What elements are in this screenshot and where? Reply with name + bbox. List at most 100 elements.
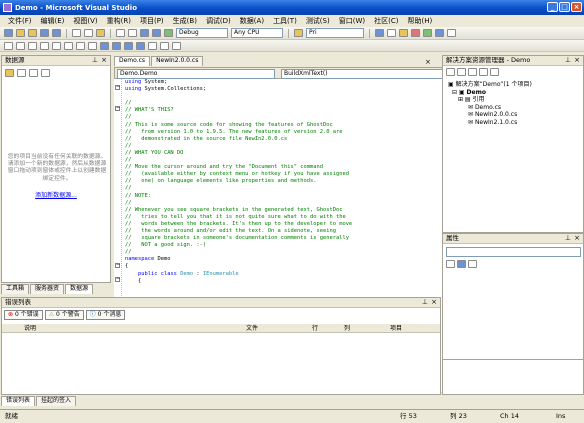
paste-icon[interactable]	[96, 29, 105, 37]
refresh-icon[interactable]	[41, 69, 50, 77]
menu-tools[interactable]: 工具(T)	[273, 16, 297, 26]
menu-community[interactable]: 社区(C)	[374, 16, 398, 26]
code-line[interactable]: // NOTE:	[122, 193, 446, 200]
menu-build[interactable]: 生成(B)	[173, 16, 197, 26]
class-combo[interactable]: Demo.Demo	[117, 69, 275, 79]
maximize-button[interactable]: □	[559, 2, 570, 12]
save-icon[interactable]	[40, 29, 49, 37]
parameter-info-icon[interactable]	[16, 41, 25, 50]
col-file[interactable]: 文件	[246, 324, 312, 332]
code-line[interactable]: // Whenever you see square brackets in t…	[122, 207, 446, 214]
code-line[interactable]: // demonstrated in the source file NewIn…	[122, 136, 446, 143]
configuration-select[interactable]: Debug	[176, 28, 228, 38]
code-line[interactable]: // from version 1.0 to 1.9.5. The new fe…	[122, 129, 446, 136]
close-button[interactable]: ×	[571, 2, 582, 12]
configure-dataset-icon[interactable]	[29, 69, 38, 77]
code-line[interactable]: //	[122, 200, 446, 207]
show-all-files-icon[interactable]	[457, 68, 466, 76]
menu-view[interactable]: 视图(V)	[73, 16, 97, 26]
close-document-icon[interactable]: ×	[425, 58, 431, 66]
code-line[interactable]	[122, 93, 446, 100]
start-debugging-icon[interactable]	[164, 29, 173, 37]
tree-solution[interactable]: ▣ 解决方案“Demo”(1 个项目)	[446, 81, 582, 89]
save-all-icon[interactable]	[52, 29, 61, 37]
platform-select[interactable]: Any CPU	[231, 28, 283, 38]
col-project[interactable]: 项目	[390, 324, 440, 332]
previous-bookmark-icon[interactable]	[112, 41, 121, 50]
code-line[interactable]: // WHAT'S THIS?	[122, 107, 446, 114]
menu-project[interactable]: 项目(P)	[140, 16, 164, 26]
code-line[interactable]: namespace Demo	[122, 256, 446, 263]
code-line[interactable]: //	[122, 143, 446, 150]
menu-data[interactable]: 数据(A)	[240, 16, 264, 26]
display-member-list-icon[interactable]	[4, 41, 13, 50]
open-file-icon[interactable]	[28, 29, 37, 37]
add-data-source-icon[interactable]	[5, 69, 14, 77]
document-outline-icon[interactable]	[435, 29, 444, 37]
close-panel-icon[interactable]: ×	[431, 298, 437, 307]
menu-help[interactable]: 帮助(H)	[407, 16, 432, 26]
code-line[interactable]: // the words around and/or edit the text…	[122, 228, 446, 235]
warnings-toggle[interactable]: ⚠ 0 个警告	[44, 310, 84, 320]
menu-debug[interactable]: 调试(D)	[206, 16, 231, 26]
tree-references[interactable]: ⊞ ▤ 引用	[446, 96, 582, 104]
new-project-icon[interactable]	[4, 29, 13, 37]
outdent-icon[interactable]	[52, 41, 61, 50]
code-line[interactable]: // (available either by context menu or …	[122, 171, 446, 178]
next-bookmark-icon[interactable]	[124, 41, 133, 50]
code-line[interactable]: //	[122, 185, 446, 192]
tab-server-explorer[interactable]: 服务器资	[30, 284, 65, 294]
indent-icon[interactable]	[64, 41, 73, 50]
pin-icon[interactable]: ⊥	[565, 56, 571, 65]
menu-file[interactable]: 文件(F)	[8, 16, 32, 26]
code-line[interactable]: using System.Collections;	[122, 86, 446, 93]
clear-bookmarks-icon[interactable]	[136, 41, 145, 50]
menu-refactor[interactable]: 重构(R)	[107, 16, 131, 26]
undo-icon[interactable]	[116, 29, 125, 37]
command-window-icon[interactable]	[447, 29, 456, 37]
collapse-using-icon[interactable]: −	[115, 85, 120, 90]
cut-icon[interactable]	[72, 29, 81, 37]
solution-explorer-icon[interactable]	[375, 29, 384, 37]
edit-dataset-icon[interactable]	[17, 69, 26, 77]
collapse-comment-icon[interactable]: −	[115, 106, 120, 111]
pin-icon[interactable]: ⊥	[422, 298, 428, 307]
object-select[interactable]	[446, 247, 581, 257]
code-line[interactable]: //	[122, 157, 446, 164]
redo-icon[interactable]	[128, 29, 137, 37]
col-description[interactable]: 说明	[24, 324, 246, 332]
code-line[interactable]: // square brackets in someone's document…	[122, 235, 446, 242]
code-line[interactable]: //	[122, 100, 446, 107]
menu-edit[interactable]: 编辑(E)	[41, 16, 65, 26]
find-in-files-icon[interactable]	[294, 29, 303, 37]
uncomment-icon[interactable]	[88, 41, 97, 50]
navigate-back-icon[interactable]	[140, 29, 149, 37]
tree-file-demo[interactable]: ✉ Demo.cs	[446, 104, 582, 112]
tree-project[interactable]: ⊟ ▣ Demo	[446, 89, 582, 97]
code-line[interactable]: {	[122, 278, 446, 285]
collapse-namespace-icon[interactable]: −	[115, 263, 120, 268]
col-index[interactable]	[2, 324, 24, 332]
tab-error-list[interactable]: 错误列表	[1, 396, 36, 406]
pin-icon[interactable]: ⊥	[92, 56, 98, 65]
toggle-bookmark-icon[interactable]	[100, 41, 109, 50]
code-line[interactable]: //	[122, 249, 446, 256]
menu-test[interactable]: 测试(S)	[306, 16, 330, 26]
properties-icon[interactable]	[446, 68, 455, 76]
code-line[interactable]: //	[122, 114, 446, 121]
code-line[interactable]: // Move the cursor around and try the "D…	[122, 164, 446, 171]
col-line[interactable]: 行	[312, 324, 344, 332]
categorized-icon[interactable]	[446, 260, 455, 268]
code-line[interactable]: // NOT a good sign. :-)	[122, 242, 446, 249]
add-item-icon[interactable]	[16, 29, 25, 37]
code-line[interactable]: // This is some source code for showing …	[122, 122, 446, 129]
tree-file-newin210[interactable]: ✉ NewIn2.1.0.cs	[446, 119, 582, 127]
view-designer-icon[interactable]	[490, 68, 499, 76]
object-browser-icon[interactable]	[399, 29, 408, 37]
code-line[interactable]: // WHAT YOU CAN DO	[122, 150, 446, 157]
code-line[interactable]: {	[122, 263, 446, 270]
tree-file-newin200[interactable]: ✉ NewIn2.0.0.cs	[446, 111, 582, 119]
add-data-source-link[interactable]: 添加新数据源...	[2, 190, 110, 199]
start-page-icon[interactable]	[423, 29, 432, 37]
code-line[interactable]: using System;	[122, 79, 446, 86]
